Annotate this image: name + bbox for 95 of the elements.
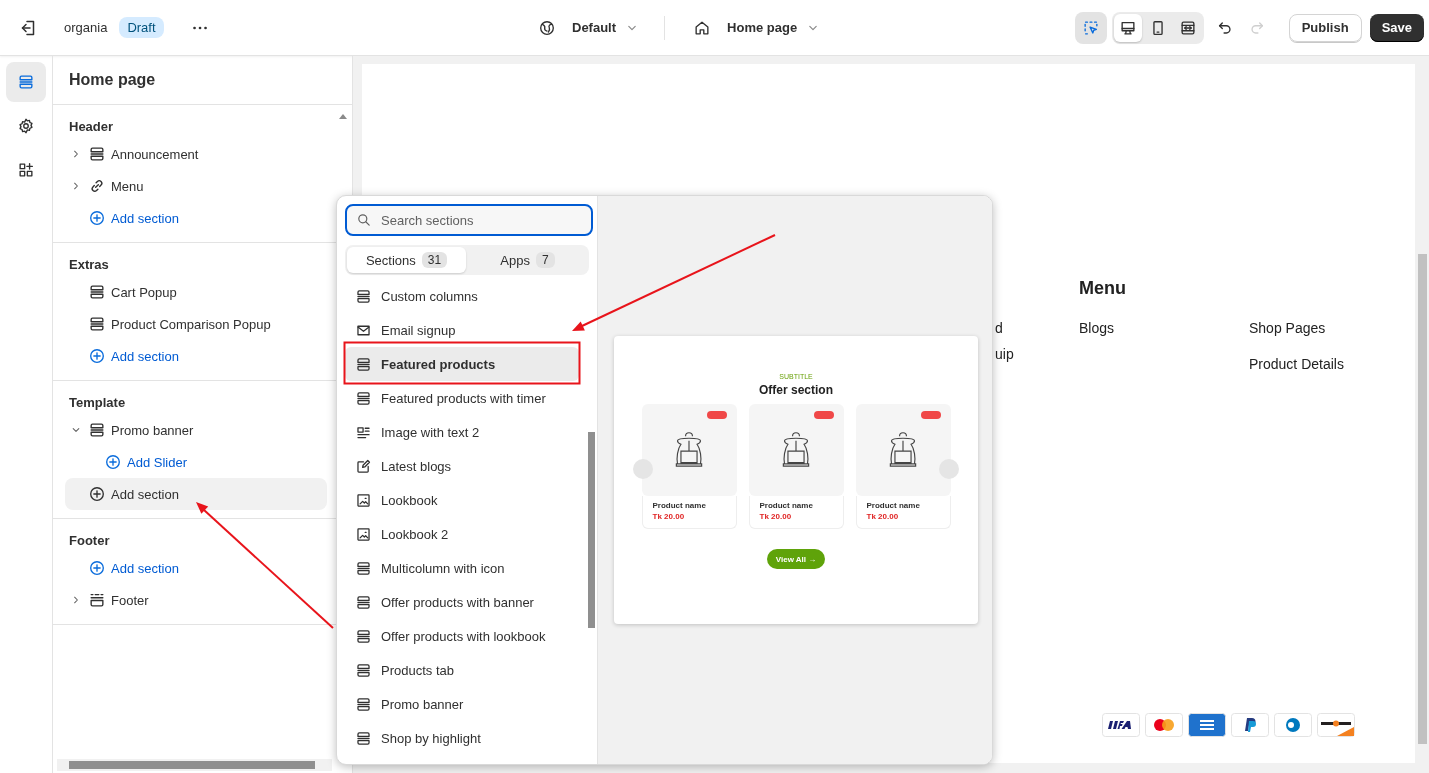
footer-link[interactable]: Shop Pages — [1249, 320, 1344, 356]
section-icon — [355, 661, 372, 679]
page-selector[interactable]: Home page — [727, 20, 798, 35]
inspect-button[interactable] — [1074, 11, 1107, 44]
tab[interactable]: Sections 31 — [347, 247, 466, 273]
store-name: organia — [64, 20, 108, 35]
scroll-up-arrow[interactable] — [339, 114, 347, 119]
footer-link[interactable]: Product Details — [1249, 356, 1344, 392]
product-name: Product name — [652, 501, 707, 511]
section-option[interactable]: Offer products with lookbook — [345, 619, 579, 653]
theme-selector[interactable]: Default — [572, 20, 617, 35]
section-icon — [355, 287, 372, 305]
product-price: Tk 20.00 — [652, 512, 686, 522]
section-option[interactable]: Products tab — [345, 653, 579, 687]
section-option[interactable]: Multicolumn with icon — [345, 551, 579, 585]
section-option[interactable]: Shop by highlight — [345, 721, 579, 755]
footer-link[interactable]: Blogs — [1079, 320, 1249, 346]
sale-tag — [920, 411, 941, 419]
section-item[interactable]: Cart Popup — [65, 276, 327, 308]
inspect-icon — [1081, 18, 1100, 37]
image-icon — [355, 525, 372, 543]
link-icon — [88, 177, 106, 195]
add-icon — [88, 559, 106, 577]
search-icon — [356, 212, 372, 228]
section-item[interactable]: Promo banner — [65, 414, 327, 446]
add-section-link[interactable]: Add section — [65, 202, 327, 234]
section-icon — [355, 593, 372, 611]
section-icon — [355, 695, 372, 713]
preview-title: Offer section — [759, 383, 833, 397]
section-icon — [355, 627, 372, 645]
section-icon — [88, 591, 106, 609]
section-item[interactable]: Product Comparison Popup — [65, 308, 327, 340]
section-icon — [88, 145, 106, 163]
add-block-link[interactable]: Add Slider — [65, 446, 327, 478]
product-name: Product name — [866, 501, 921, 511]
section-option[interactable]: Image with text 2 — [345, 415, 579, 449]
section-item[interactable]: Footer — [65, 584, 327, 616]
view-mode-button[interactable] — [1113, 13, 1142, 42]
payment-card-icon — [1274, 713, 1312, 737]
section-icon — [355, 729, 372, 747]
add-icon — [104, 453, 122, 471]
section-option[interactable]: Custom columns — [345, 279, 579, 313]
product-price: Tk 20.00 — [866, 512, 900, 522]
image-icon — [355, 491, 372, 509]
group-title: Footer — [68, 532, 111, 550]
section-item[interactable]: Announcement — [65, 138, 327, 170]
edit-icon — [355, 457, 372, 475]
section-option[interactable]: Featured products — [345, 347, 579, 381]
add-icon — [88, 209, 106, 227]
payment-card-icon — [1102, 713, 1140, 737]
sidebar-title: Home page — [53, 56, 352, 105]
group-title: Extras — [68, 256, 110, 274]
add-section-link[interactable]: Add section — [65, 552, 327, 584]
section-icon — [88, 315, 106, 333]
section-option[interactable]: Featured products with timer — [345, 381, 579, 415]
section-icon — [355, 559, 372, 577]
product-name: Product name — [759, 501, 814, 511]
section-option[interactable]: Lookbook 2 — [345, 517, 579, 551]
section-option[interactable]: Lookbook — [345, 483, 579, 517]
add-section-link[interactable]: Add section — [65, 340, 327, 372]
full-width-icon — [1178, 18, 1197, 37]
section-icon — [355, 355, 372, 373]
section-icon — [88, 421, 106, 439]
publish-button[interactable]: Publish — [1288, 13, 1362, 42]
sale-tag — [813, 411, 834, 419]
product-price: Tk 20.00 — [759, 512, 793, 522]
payment-card-icon — [1231, 713, 1269, 737]
section-icon — [355, 389, 372, 407]
apps-icon — [17, 161, 35, 179]
section-option[interactable]: Promo banner — [345, 687, 579, 721]
section-option[interactable]: Email signup — [345, 313, 579, 347]
footer-link[interactable]: d — [995, 320, 1079, 346]
payment-card-icon — [1188, 713, 1226, 737]
section-option[interactable]: Latest blogs — [345, 449, 579, 483]
add-icon — [88, 347, 106, 365]
sale-tag — [706, 411, 727, 419]
payment-card-icon — [1317, 713, 1355, 737]
status-badge: Draft — [119, 17, 164, 38]
group-title: Header — [68, 118, 115, 136]
add-section-link[interactable]: Add section — [65, 478, 327, 510]
section-option[interactable]: Offer products with banner — [345, 585, 579, 619]
save-button[interactable]: Save — [1369, 13, 1424, 42]
horizontal-scrollbar[interactable] — [57, 759, 332, 771]
section-item[interactable]: Menu — [65, 170, 327, 202]
footer-heading: Menu — [1079, 278, 1127, 300]
tab[interactable]: Apps 7 — [468, 247, 587, 273]
payment-card-icon — [1145, 713, 1183, 737]
section-icon — [88, 283, 106, 301]
add-icon — [88, 485, 106, 503]
group-title: Template — [68, 394, 127, 412]
sections-icon — [17, 73, 35, 91]
footer-link[interactable]: uip — [995, 346, 1079, 372]
globe-icon[interactable] — [538, 18, 556, 37]
search-field[interactable]: Search sections — [345, 204, 593, 236]
settings-icon — [17, 117, 35, 135]
